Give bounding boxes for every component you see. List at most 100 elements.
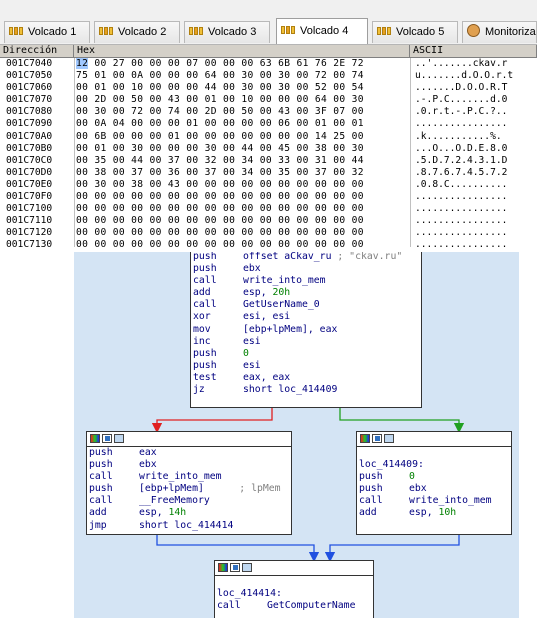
dump-hex-bytes[interactable]: 00 01 00 30 00 00 00 30 00 44 00 45 00 3…	[76, 143, 364, 155]
dump-hex-bytes[interactable]: 00 01 00 10 00 00 00 44 00 30 00 30 00 5…	[76, 82, 364, 94]
dump-ascii[interactable]: .0.8.C..........	[415, 179, 507, 191]
asm-line[interactable]: push 0	[357, 471, 511, 483]
dump-hex-bytes[interactable]: 00 00 00 00 00 00 00 00 00 00 00 00 00 0…	[76, 227, 364, 239]
asm-line[interactable]: push ebx	[191, 263, 421, 275]
dump-hex-bytes[interactable]: 00 35 00 44 00 37 00 32 00 34 00 33 00 3…	[76, 155, 364, 167]
top-basic-block[interactable]: push offset aCkav_ru ; "ckav.ru" push ebx ca…	[190, 252, 422, 408]
dump-ascii[interactable]: ................	[415, 118, 507, 130]
asm-line[interactable]: add esp, 14h	[87, 507, 291, 519]
asm-line[interactable]: push ebx	[357, 483, 511, 495]
dump-hex-bytes[interactable]: 00 00 00 00 00 00 00 00 00 00 00 00 00 0…	[76, 191, 364, 203]
dump-hex-bytes[interactable]: 00 30 00 38 00 43 00 00 00 00 00 00 00 0…	[76, 179, 364, 191]
tab-volcado-4[interactable]: Volcado 4	[276, 18, 368, 44]
tab-volcado-3[interactable]: Volcado 3	[184, 21, 270, 43]
dump-row[interactable]: 001C7050 75 01 00 0A 00 00 00 64 00 30 00…	[0, 70, 537, 82]
dump-hex-bytes[interactable]: 00 38 00 37 00 36 00 37 00 34 00 35 00 3…	[76, 167, 364, 179]
tab-monitoriza[interactable]: Monitoriza	[462, 21, 537, 43]
dump-row[interactable]: 001C7100 00 00 00 00 00 00 00 00 00 00 00…	[0, 203, 537, 215]
tab-volcado-2[interactable]: Volcado 2	[94, 21, 180, 43]
asm-line[interactable]: add esp, 10h	[357, 507, 511, 519]
ascii-column-header[interactable]: ASCII	[410, 45, 537, 57]
dump-ascii[interactable]: ................	[415, 227, 507, 239]
asm-mnemonic: push	[89, 459, 113, 471]
tab-volcado-5[interactable]: Volcado 5	[372, 21, 458, 43]
asm-line[interactable]: inc esi	[191, 336, 421, 348]
color-palette-icon[interactable]	[360, 434, 370, 443]
right-basic-block[interactable]: loc_414409: push 0 push ebx call write_into_me…	[356, 431, 512, 535]
dump-ascii[interactable]: u.......d.O.O.r.t	[415, 70, 513, 82]
address-column-header[interactable]: Dirección	[0, 45, 74, 57]
dump-row[interactable]: 001C7090 00 0A 04 00 00 00 01 00 00 00 00…	[0, 118, 537, 130]
asm-line[interactable]: push offset aCkav_ru ; "ckav.ru"	[191, 252, 421, 263]
asm-line[interactable]: add esp, 20h	[191, 287, 421, 299]
dump-hex-bytes[interactable]: 00 00 00 00 00 00 00 00 00 00 00 00 00 0…	[76, 203, 364, 215]
dump-ascii[interactable]: ................	[415, 239, 507, 247]
asm-line[interactable]: xor esi, esi	[191, 311, 421, 323]
graph-icon[interactable]	[384, 434, 394, 443]
asm-line[interactable]: jmp short loc_414414	[87, 520, 291, 532]
edit-icon[interactable]	[372, 434, 382, 443]
dump-row[interactable]: 001C7120 00 00 00 00 00 00 00 00 00 00 00…	[0, 227, 537, 239]
dump-row[interactable]: 001C7080 00 30 00 72 00 74 00 2D 00 50 00…	[0, 106, 537, 118]
dump-row[interactable]: 001C7040 12 00 27 00 00 00 07 00 00 00 63…	[0, 58, 537, 70]
asm-line[interactable]: call __FreeMemory	[87, 495, 291, 507]
asm-label-line[interactable]: loc_414409:	[357, 459, 511, 471]
tab-volcado-1[interactable]: Volcado 1	[4, 21, 90, 43]
left-basic-block[interactable]: push eax push ebx call write_into_mem push [ebp…	[86, 431, 292, 535]
dump-ascii[interactable]: .0.r.t.-.P.C.?..	[415, 106, 507, 118]
dump-row[interactable]: 001C70D0 00 38 00 37 00 36 00 37 00 34 00…	[0, 167, 537, 179]
dump-hex-bytes[interactable]: 75 01 00 0A 00 00 00 64 00 30 00 30 00 7…	[76, 70, 364, 82]
dump-row[interactable]: 001C7130 00 00 00 00 00 00 00 00 00 00 00…	[0, 239, 537, 247]
dump-hex-bytes[interactable]: 00 30 00 72 00 74 00 2D 00 50 00 43 00 3…	[76, 106, 364, 118]
dump-ascii[interactable]: .8.7.6.7.4.5.7.2	[415, 167, 507, 179]
dump-hex-bytes[interactable]: 00 0A 04 00 00 00 01 00 00 00 00 06 00 0…	[76, 118, 364, 130]
dump-row[interactable]: 001C70B0 00 01 00 30 00 00 00 30 00 44 00…	[0, 143, 537, 155]
dump-hex-bytes[interactable]: 00 00 00 00 00 00 00 00 00 00 00 00 00 0…	[76, 239, 364, 247]
hex-column-header[interactable]: Hex	[74, 45, 410, 57]
asm-line[interactable]: test eax, eax	[191, 372, 421, 384]
dump-ascii[interactable]: ................	[415, 191, 507, 203]
asm-line[interactable]: jz short loc_414409	[191, 384, 421, 396]
asm-line[interactable]: call GetUserName_0	[191, 299, 421, 311]
asm-line[interactable]: call write_into_mem	[357, 495, 511, 507]
dump-ascii[interactable]: .-.P.C.......d.0	[415, 94, 507, 106]
asm-line[interactable]: push ebx	[87, 459, 291, 471]
dump-row[interactable]: 001C7110 00 00 00 00 00 00 00 00 00 00 00…	[0, 215, 537, 227]
dump-row[interactable]: 001C7060 00 01 00 10 00 00 00 44 00 30 00…	[0, 82, 537, 94]
dump-hex-bytes[interactable]: 00 00 00 00 00 00 00 00 00 00 00 00 00 0…	[76, 215, 364, 227]
dump-row[interactable]: 001C70F0 00 00 00 00 00 00 00 00 00 00 00…	[0, 191, 537, 203]
dump-hex-bytes[interactable]: 00 2D 00 50 00 43 00 01 00 10 00 00 00 6…	[76, 94, 364, 106]
asm-line[interactable]: push esi	[191, 360, 421, 372]
asm-line[interactable]: mov [ebp+lpMem], eax	[191, 324, 421, 336]
dump-hex-bytes[interactable]: 12 00 27 00 00 00 07 00 00 00 63 6B 61 7…	[76, 58, 364, 70]
dump-ascii[interactable]: ...O...O.D.E.8.0	[415, 143, 507, 155]
dump-row[interactable]: 001C7070 00 2D 00 50 00 43 00 01 00 10 00…	[0, 94, 537, 106]
asm-line[interactable]: call write_into_mem	[191, 275, 421, 287]
edit-icon[interactable]	[230, 563, 240, 572]
graph-icon[interactable]	[114, 434, 124, 443]
dump-ascii[interactable]: ................	[415, 215, 507, 227]
dump-ascii[interactable]: .......D.O.O.R.T	[415, 82, 507, 94]
dump-ascii[interactable]: .5.D.7.2.4.3.1.D	[415, 155, 507, 167]
asm-line[interactable]: push 0	[191, 348, 421, 360]
dump-ascii[interactable]: ..'.......ckav.r	[415, 58, 507, 70]
memory-dump-icon	[9, 25, 23, 36]
asm-line[interactable]: push [ebp+lpMem] ; lpMem	[87, 483, 291, 495]
graph-icon[interactable]	[242, 563, 252, 572]
asm-line[interactable]: call GetComputerName	[215, 600, 373, 612]
dump-ascii[interactable]: .k...........%.	[415, 131, 502, 143]
bottom-basic-block[interactable]: loc_414414: call GetComputerName	[214, 560, 374, 618]
ida-graph-view[interactable]: push offset aCkav_ru ; "ckav.ru" push ebx ca…	[74, 252, 519, 618]
asm-line[interactable]: call write_into_mem	[87, 471, 291, 483]
dump-ascii[interactable]: ................	[415, 203, 507, 215]
dump-row[interactable]: 001C70A0 00 6B 00 00 00 01 00 00 00 00 00…	[0, 131, 537, 143]
color-palette-icon[interactable]	[218, 563, 228, 572]
selected-byte[interactable]: 12	[76, 58, 89, 69]
dump-hex-bytes[interactable]: 00 6B 00 00 00 01 00 00 00 00 00 00 00 1…	[76, 131, 364, 143]
dump-row[interactable]: 001C70E0 00 30 00 38 00 43 00 00 00 00 00…	[0, 179, 537, 191]
edit-icon[interactable]	[102, 434, 112, 443]
asm-label-line[interactable]: loc_414414:	[215, 588, 373, 600]
dump-row[interactable]: 001C70C0 00 35 00 44 00 37 00 32 00 34 00…	[0, 155, 537, 167]
color-palette-icon[interactable]	[90, 434, 100, 443]
asm-line[interactable]: push eax	[87, 447, 291, 459]
